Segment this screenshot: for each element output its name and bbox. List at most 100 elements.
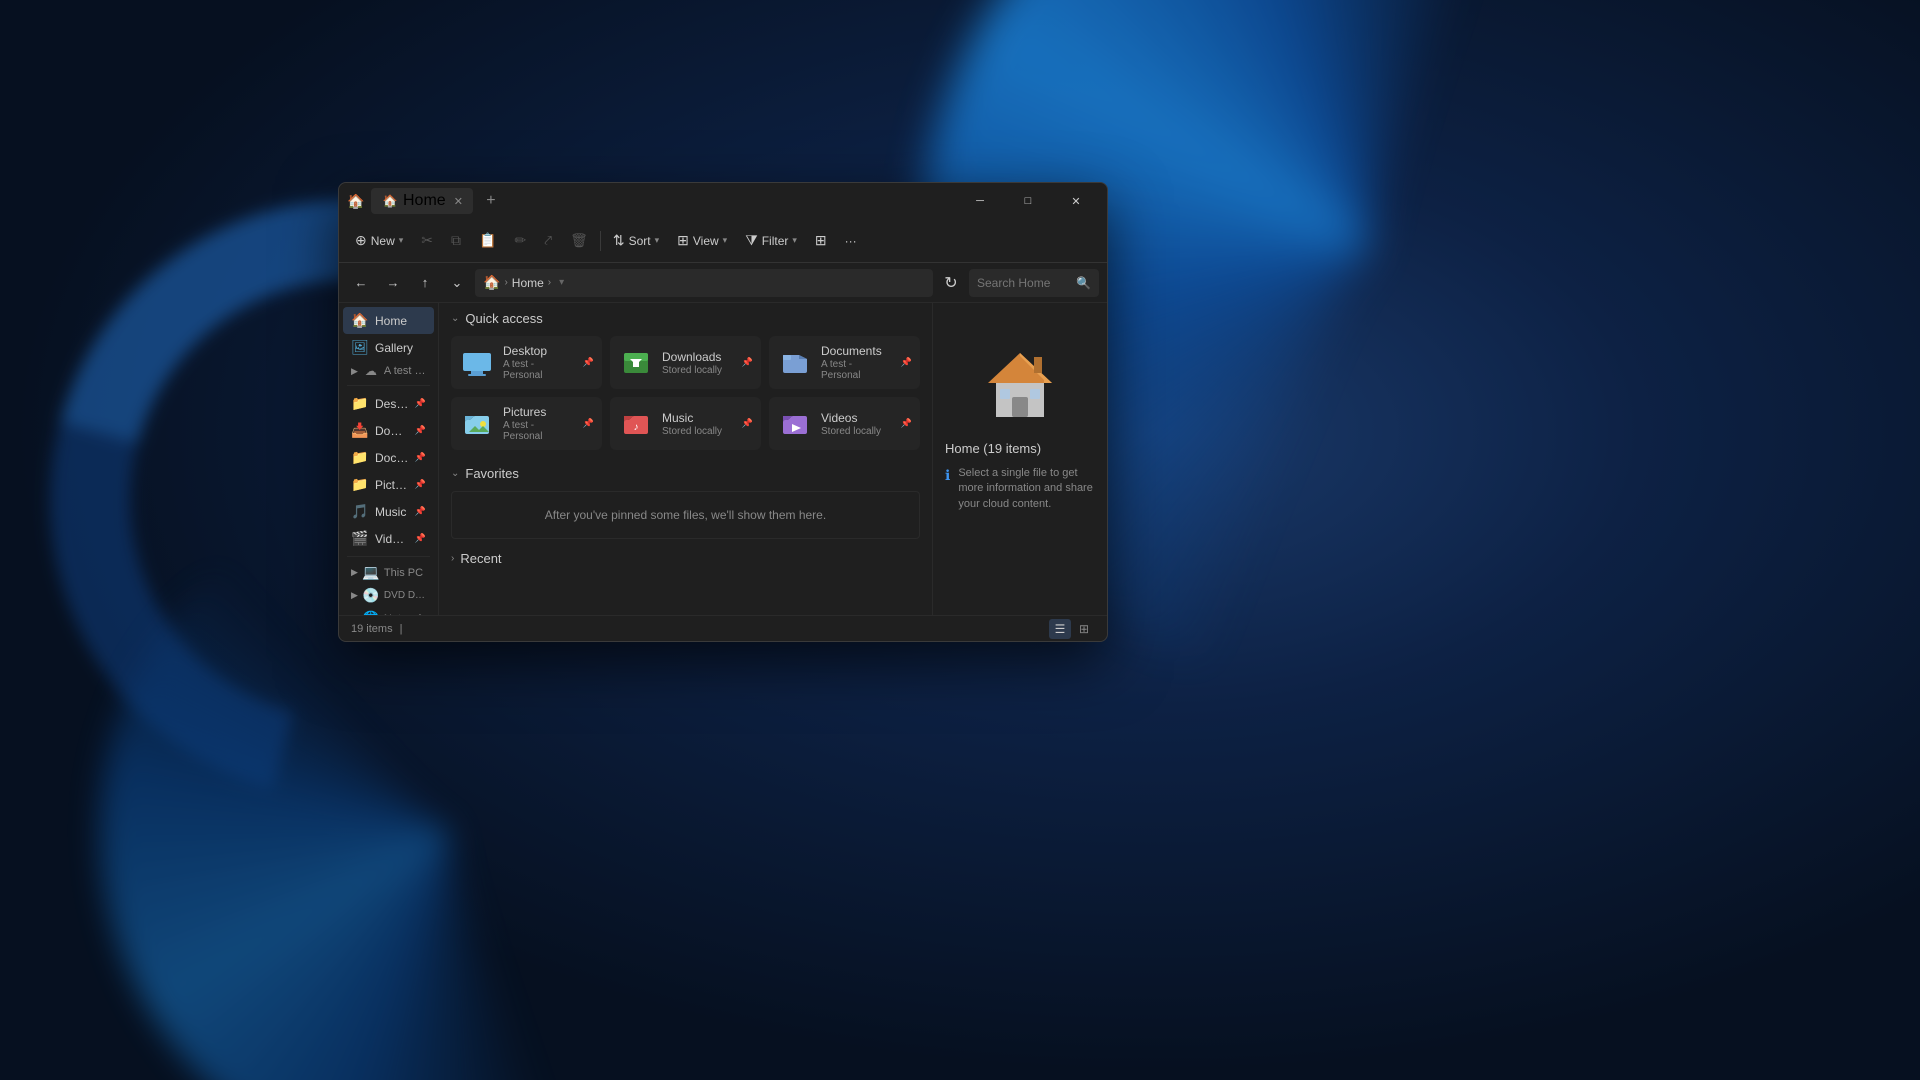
sidebar-music-label: Music (375, 505, 409, 519)
path-dropdown[interactable]: ▾ (555, 275, 568, 290)
recent-locations-button[interactable]: ⌄ (443, 269, 471, 297)
sidebar-pictures-label: Pictures (375, 478, 409, 492)
qa-pictures-info: Pictures A test - Personal (503, 405, 575, 442)
panel-info: ℹ Select a single file to get more infor… (945, 466, 1095, 512)
quick-access-header[interactable]: ⌄ Quick access (451, 311, 920, 326)
sidebar-item-pictures[interactable]: 📁 Pictures 📌 (343, 471, 434, 498)
copy-button[interactable]: ⧉ (443, 228, 469, 253)
quick-access-label: Quick access (465, 311, 542, 326)
paste-button[interactable]: 📋 (471, 228, 504, 253)
tab-close-icon[interactable]: ✕ (454, 195, 463, 208)
sidebar-item-downloads[interactable]: 📥 Downloads 📌 (343, 417, 434, 444)
sidebar-a-test-expand[interactable]: ▶ ☁ A test - Personal (343, 361, 434, 381)
forward-button[interactable]: → (379, 269, 407, 297)
qa-pictures-pin-icon: 📌 (583, 418, 594, 429)
this-pc-chevron-icon: ▶ (351, 567, 358, 578)
favorites-header[interactable]: ⌄ Favorites (451, 466, 920, 481)
minimize-button[interactable]: ─ (957, 185, 1003, 217)
path-home-label: Home (512, 276, 544, 290)
svg-text:♪: ♪ (634, 422, 639, 433)
quick-access-grid: Desktop A test - Personal 📌 (451, 336, 920, 450)
add-tab-button[interactable]: + (479, 189, 503, 213)
sidebar-item-desktop[interactable]: 📁 Desktop 📌 (343, 390, 434, 417)
new-button[interactable]: ⊕ New ▾ (347, 228, 411, 253)
path-home-icon: 🏠 (483, 274, 500, 291)
sidebar-item-home[interactable]: 🏠 Home (343, 307, 434, 334)
rename-icon: ✏ (514, 232, 526, 249)
filter-chevron-icon: ▾ (792, 235, 797, 246)
share-button[interactable]: ⤤ (536, 228, 560, 253)
qa-downloads-pin-icon: 📌 (742, 357, 753, 368)
sidebar-documents-label: Documents (375, 451, 409, 465)
qa-item-videos[interactable]: Videos Stored locally 📌 (769, 397, 920, 450)
view-icon: ⊞ (677, 232, 689, 249)
qa-item-downloads[interactable]: Downloads Stored locally 📌 (610, 336, 761, 389)
search-input[interactable] (977, 276, 1072, 290)
qa-item-desktop[interactable]: Desktop A test - Personal 📌 (451, 336, 602, 389)
toolbar: ⊕ New ▾ ✂ ⧉ 📋 ✏ ⤤ 🗑 ⇅ Sort ▾ ⊞ View (339, 219, 1107, 263)
sidebar-item-music[interactable]: 🎵 Music 📌 (343, 498, 434, 525)
qa-item-documents[interactable]: Documents A test - Personal 📌 (769, 336, 920, 389)
qa-videos-icon (777, 406, 813, 442)
qa-item-pictures[interactable]: Pictures A test - Personal 📌 (451, 397, 602, 450)
qa-desktop-name: Desktop (503, 344, 575, 358)
qa-documents-subtitle: A test - Personal (821, 359, 893, 381)
path-arrow-2: › (548, 277, 551, 288)
this-pc-icon: 💻 (362, 564, 380, 581)
recent-chevron-icon: › (451, 553, 454, 564)
active-tab[interactable]: 🏠 Home ✕ (371, 188, 473, 214)
sidebar-item-gallery[interactable]: 🖼 Gallery (343, 334, 434, 361)
delete-button[interactable]: 🗑 (562, 228, 596, 253)
sort-button[interactable]: ⇅ Sort ▾ (605, 228, 667, 253)
address-bar: ← → ↑ ⌄ 🏠 › Home › ▾ ↻ 🔍 (339, 263, 1107, 303)
sidebar-network-expand[interactable]: ▶ 🌐 Network (343, 607, 434, 615)
downloads-pin-icon: 📌 (415, 425, 426, 436)
qa-desktop-subtitle: A test - Personal (503, 359, 575, 381)
recent-header[interactable]: › Recent (451, 551, 920, 566)
panel-title: Home (19 items) (945, 441, 1095, 456)
view-button[interactable]: ⊞ View ▾ (669, 228, 735, 253)
details-icon: ⊞ (815, 232, 827, 249)
list-view-button[interactable]: ☰ (1049, 619, 1071, 639)
file-explorer-window: 🏠 🏠 Home ✕ + ─ □ ✕ ⊕ New ▾ ✂ ⧉ 📋 (338, 182, 1108, 642)
favorites-empty-message: After you've pinned some files, we'll sh… (452, 492, 919, 538)
music-folder-icon: 🎵 (351, 503, 369, 520)
qa-videos-name: Videos (821, 411, 881, 425)
rename-button[interactable]: ✏ (506, 228, 534, 253)
address-path[interactable]: 🏠 › Home › ▾ (475, 269, 933, 297)
refresh-button[interactable]: ↻ (937, 269, 965, 297)
dvd-icon: 💿 (362, 587, 380, 604)
qa-music-info: Music Stored locally (662, 411, 722, 437)
sidebar: 🏠 Home 🖼 Gallery ▶ ☁ A test - Personal 📁… (339, 303, 439, 615)
sidebar-item-documents[interactable]: 📁 Documents 📌 (343, 444, 434, 471)
cut-button[interactable]: ✂ (413, 228, 441, 253)
maximize-button[interactable]: □ (1005, 185, 1051, 217)
sidebar-this-pc-label: This PC (384, 567, 426, 579)
qa-downloads-info: Downloads Stored locally (662, 350, 722, 376)
filter-button[interactable]: ⧩ Filter ▾ (737, 228, 805, 253)
close-button[interactable]: ✕ (1053, 185, 1099, 217)
favorites-label: Favorites (465, 466, 518, 481)
sidebar-desktop-label: Desktop (375, 397, 409, 411)
home-illustration (945, 345, 1095, 425)
downloads-folder-icon: 📥 (351, 422, 369, 439)
music-pin-icon: 📌 (415, 506, 426, 517)
filter-icon: ⧩ (745, 232, 758, 249)
details-button[interactable]: ⊞ (807, 228, 835, 253)
grid-view-button[interactable]: ⊞ (1073, 619, 1095, 639)
qa-item-music[interactable]: ♪ Music Stored locally 📌 (610, 397, 761, 450)
more-button[interactable]: ··· (837, 230, 865, 252)
sidebar-dvd-expand[interactable]: ▶ 💿 DVD Drive (D:) CCC (343, 584, 434, 607)
sidebar-this-pc-expand[interactable]: ▶ 💻 This PC (343, 561, 434, 584)
search-box[interactable]: 🔍 (969, 269, 1099, 297)
up-button[interactable]: ↑ (411, 269, 439, 297)
paste-icon: 📋 (479, 232, 496, 249)
window-controls: ─ □ ✕ (957, 185, 1099, 217)
sidebar-item-videos[interactable]: 🎬 Videos 📌 (343, 525, 434, 552)
right-panel: Home (19 items) ℹ Select a single file t… (932, 303, 1107, 615)
title-bar-left: 🏠 🏠 Home ✕ + (347, 188, 957, 214)
documents-pin-icon: 📌 (415, 452, 426, 463)
qa-desktop-pin-icon: 📌 (583, 357, 594, 368)
back-button[interactable]: ← (347, 269, 375, 297)
gallery-icon: 🖼 (351, 339, 369, 356)
